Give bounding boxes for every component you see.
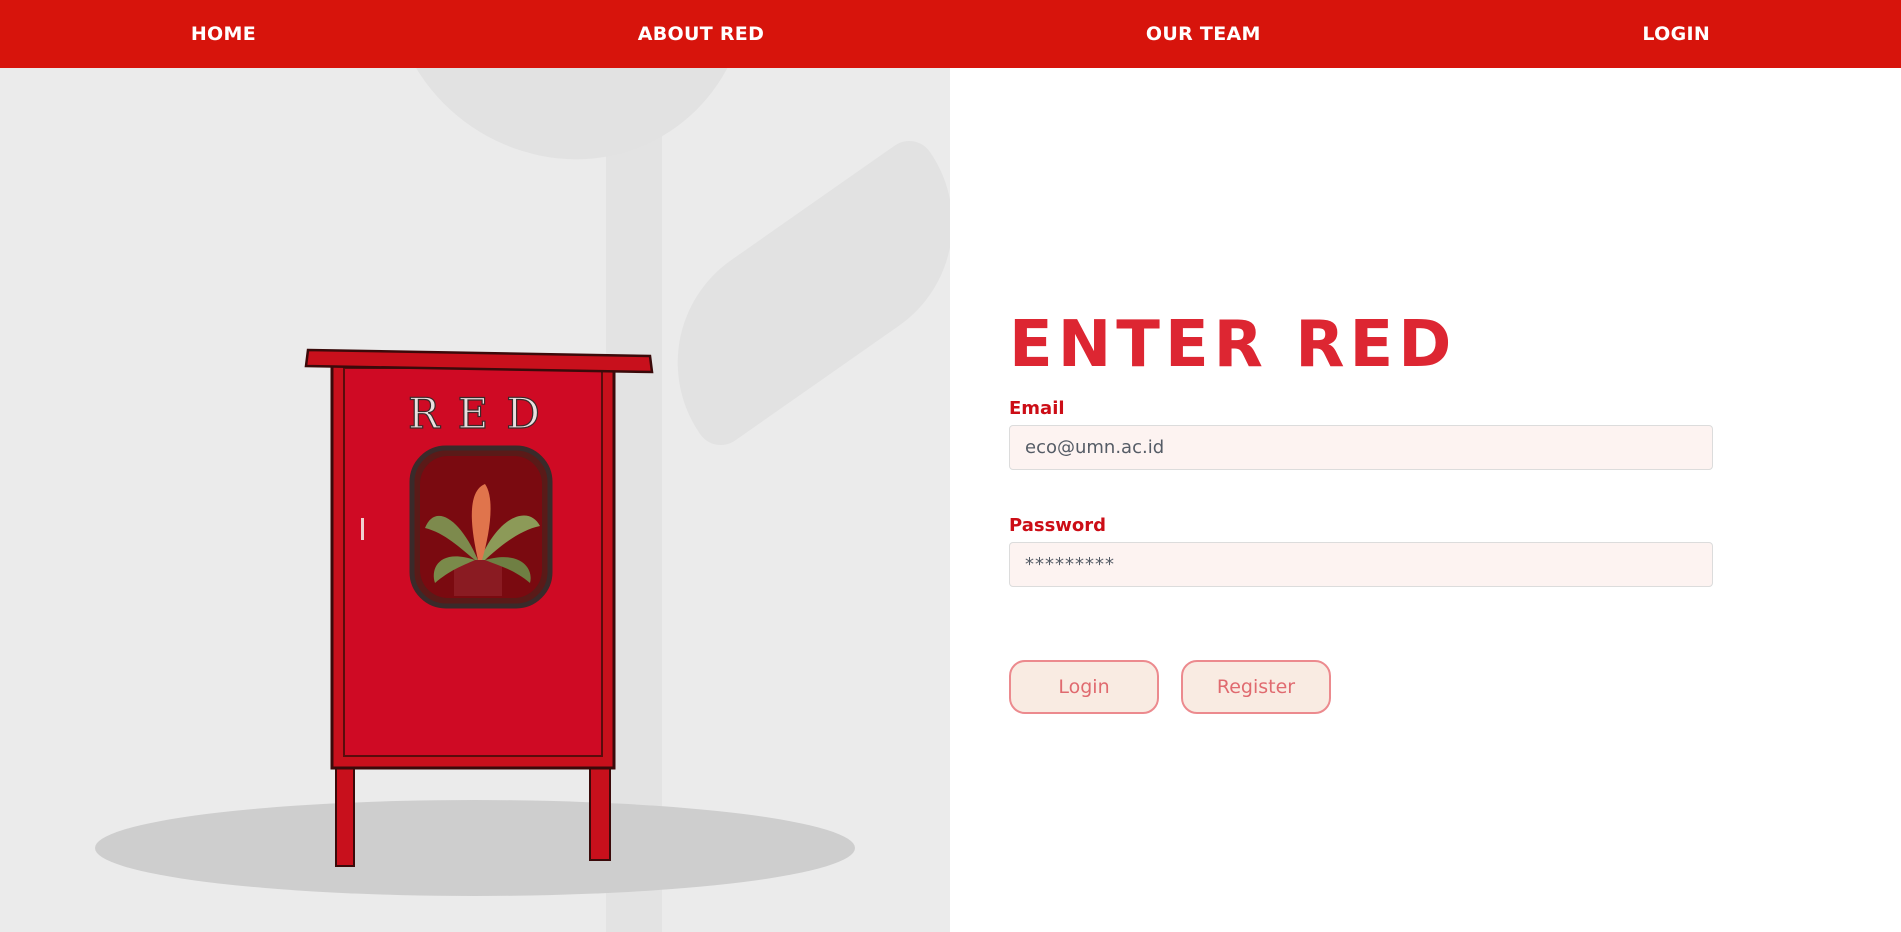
red-cabinet-illustration: RED [95, 348, 855, 896]
password-label: Password [1009, 515, 1107, 536]
page-title: ENTER RED [1009, 308, 1457, 382]
email-label: Email [1009, 398, 1065, 419]
register-button[interactable]: Register [1181, 660, 1331, 714]
cabinet-sign-text: RED [408, 389, 558, 438]
top-nav: HOME ABOUT RED OUR TEAM LOGIN [0, 0, 1901, 68]
login-panel: ENTER RED Email Password Login Register [950, 68, 1901, 932]
nav-login-link[interactable]: LOGIN [1632, 17, 1720, 51]
password-field[interactable] [1009, 542, 1713, 587]
login-button[interactable]: Login [1009, 660, 1159, 714]
illustration-panel: RED [0, 68, 950, 932]
nav-home-link[interactable]: HOME [181, 17, 266, 51]
nav-team-link[interactable]: OUR TEAM [1136, 17, 1271, 51]
nav-about-link[interactable]: ABOUT RED [628, 17, 774, 51]
background-leaf [370, 68, 750, 177]
email-field[interactable] [1009, 425, 1713, 470]
